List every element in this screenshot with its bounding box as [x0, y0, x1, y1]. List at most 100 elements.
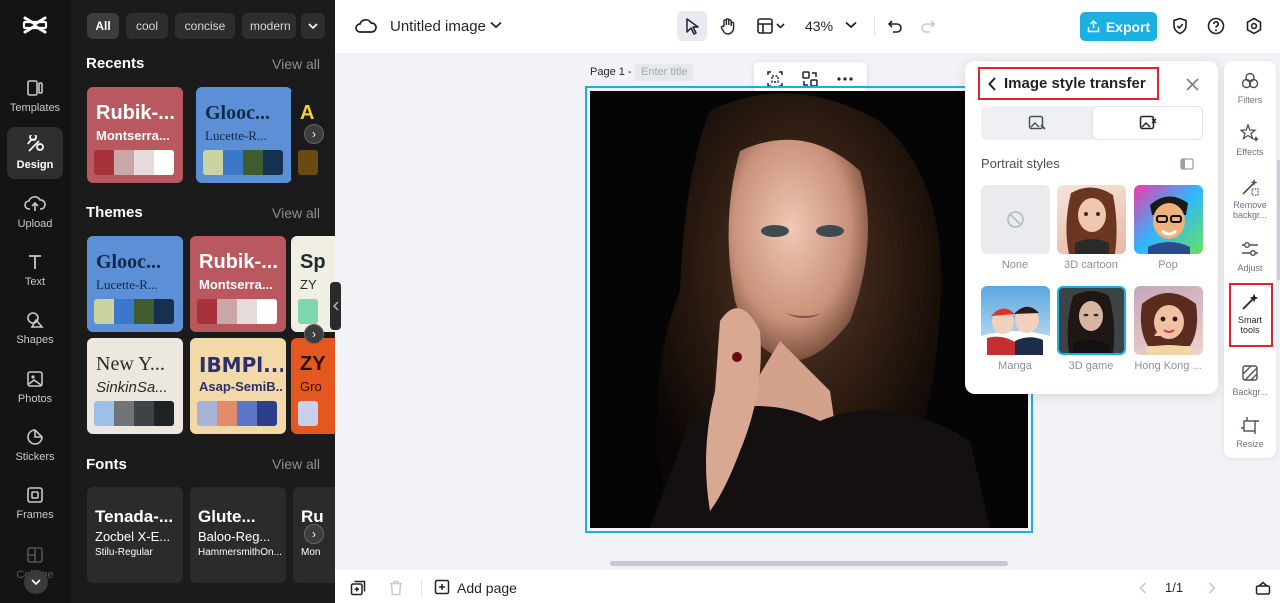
rail-templates[interactable]: Templates [7, 70, 63, 122]
theme-card[interactable]: IBMPl... Asap-SemiB... [190, 338, 286, 434]
style-3d-cartoon[interactable] [1057, 185, 1126, 254]
recents-next-button[interactable]: › [304, 124, 324, 144]
chip-cool[interactable]: cool [126, 13, 168, 39]
redo-button[interactable] [916, 14, 940, 38]
back-arrow-icon[interactable] [988, 76, 996, 91]
add-page-button[interactable]: Add page [434, 579, 517, 596]
image-style-transfer-panel: Image style transfer Portrait styles Non… [965, 61, 1218, 394]
style-none[interactable] [981, 185, 1050, 254]
capcut-logo-icon[interactable] [22, 13, 48, 37]
canvas-scrollbar[interactable] [610, 561, 1008, 566]
select-tool-button[interactable] [677, 11, 707, 41]
card-body-font: Gro [300, 379, 322, 394]
theme-card[interactable]: Rubik-... Montserra... [87, 87, 183, 183]
rail-frames[interactable]: Frames [7, 477, 63, 529]
page-title-input[interactable]: Enter title [635, 64, 694, 81]
color-swatch [298, 299, 318, 324]
undo-button[interactable] [883, 14, 907, 38]
page-manager-button[interactable] [1254, 579, 1272, 597]
chip-concise[interactable]: concise [175, 13, 235, 39]
chevron-right-icon: › [312, 327, 316, 341]
theme-card[interactable]: Rubik-... Montserra... [190, 236, 286, 332]
shield-button[interactable] [1168, 14, 1192, 38]
tool-remove-background[interactable]: Remove backgr... [1224, 177, 1276, 220]
next-page-button[interactable] [1205, 581, 1219, 595]
card-heading-font: Glooc... [205, 102, 270, 124]
mode-style-button[interactable] [1092, 106, 1203, 140]
layout-dropdown-button[interactable] [751, 11, 791, 41]
help-button[interactable] [1204, 14, 1228, 38]
rail-photos[interactable]: Photos [7, 361, 63, 413]
export-button[interactable]: Export [1080, 12, 1157, 41]
collapse-panel-handle[interactable] [330, 282, 341, 330]
color-swatch [223, 150, 243, 175]
rail-design[interactable]: Design [7, 127, 63, 179]
style-manga[interactable] [981, 286, 1050, 355]
mode-image-button[interactable] [981, 106, 1092, 140]
zoom-chevron-down-icon[interactable] [845, 19, 857, 31]
portrait-photo[interactable] [590, 91, 1028, 528]
color-swatches [298, 299, 318, 324]
chips-more-button[interactable] [301, 13, 325, 39]
tool-effects[interactable]: Effects [1224, 123, 1276, 157]
theme-card[interactable]: Glooc... Lucette-R... [196, 87, 292, 183]
expand-rail-button[interactable] [24, 570, 48, 594]
hand-tool-button[interactable] [713, 11, 743, 41]
theme-card[interactable]: New Y... SinkinSa... [87, 338, 183, 434]
filters-icon [1240, 71, 1260, 91]
themes-next-button[interactable]: › [304, 324, 324, 344]
smart-tools-icon [1240, 292, 1260, 312]
theme-card[interactable]: ZY Gro [291, 338, 335, 434]
style-3d-cartoon-label: 3D cartoon [1064, 259, 1118, 271]
pop-thumbnail [1148, 196, 1190, 254]
recents-view-all[interactable]: View all [272, 56, 320, 72]
close-button[interactable] [1184, 76, 1200, 92]
tool-background[interactable]: Backgr... [1224, 363, 1276, 397]
manga-thumbnail [981, 306, 1050, 355]
card-heading-font: Rubik-... [199, 251, 278, 273]
rail-stickers[interactable]: Stickers [7, 419, 63, 471]
tool-resize[interactable]: Resize [1224, 415, 1276, 449]
font-card[interactable]: Glute... Baloo-Reg... HammersmithOn... [190, 487, 286, 583]
image-style-icon [1139, 115, 1157, 131]
duplicate-page-button[interactable] [349, 579, 367, 597]
tool-filters[interactable]: Filters [1224, 71, 1276, 105]
document-title[interactable]: Untitled image [390, 18, 486, 35]
left-rail: Templates Design Upload Text Shapes Phot… [0, 0, 71, 603]
card-heading-font: A [300, 102, 315, 124]
sidebar-toggle-icon [1180, 158, 1194, 170]
collage-icon [25, 545, 45, 565]
zoom-level[interactable]: 43% [805, 18, 833, 34]
redo-icon [920, 18, 936, 34]
3d-cartoon-thumbnail [1066, 187, 1117, 254]
collapse-styles-button[interactable] [1179, 157, 1195, 171]
style-3d-game[interactable] [1057, 286, 1126, 355]
fonts-view-all[interactable]: View all [272, 456, 320, 472]
divider [874, 16, 875, 36]
rail-shapes[interactable]: Shapes [7, 302, 63, 354]
color-swatch [217, 401, 237, 426]
style-pop[interactable] [1134, 185, 1203, 254]
text-icon [25, 252, 45, 272]
color-swatch [263, 150, 283, 175]
style-panel-header[interactable]: Image style transfer [978, 67, 1159, 100]
rail-upload[interactable]: Upload [7, 186, 63, 238]
tool-adjust[interactable]: Adjust [1224, 239, 1276, 273]
cloud-sync-icon[interactable] [355, 15, 377, 37]
chip-all[interactable]: All [87, 13, 119, 39]
theme-card[interactable]: Glooc... Lucette-R... [87, 236, 183, 332]
themes-view-all[interactable]: View all [272, 205, 320, 221]
delete-page-button[interactable] [387, 579, 405, 597]
fonts-next-button[interactable]: › [304, 524, 324, 544]
rail-text[interactable]: Text [7, 244, 63, 296]
chevron-down-icon [308, 22, 318, 30]
color-swatch [114, 401, 134, 426]
tool-smart-tools[interactable]: Smart tools [1224, 292, 1276, 335]
theme-card[interactable]: Sp ZY [291, 236, 335, 332]
style-hong-kong[interactable] [1134, 286, 1203, 355]
settings-button[interactable] [1242, 14, 1266, 38]
chevron-down-icon[interactable] [490, 19, 502, 31]
font-card[interactable]: Tenada-... Zocbel X-E... Stilu-Regular [87, 487, 183, 583]
chip-modern[interactable]: modern [242, 13, 296, 39]
prev-page-button[interactable] [1136, 581, 1150, 595]
